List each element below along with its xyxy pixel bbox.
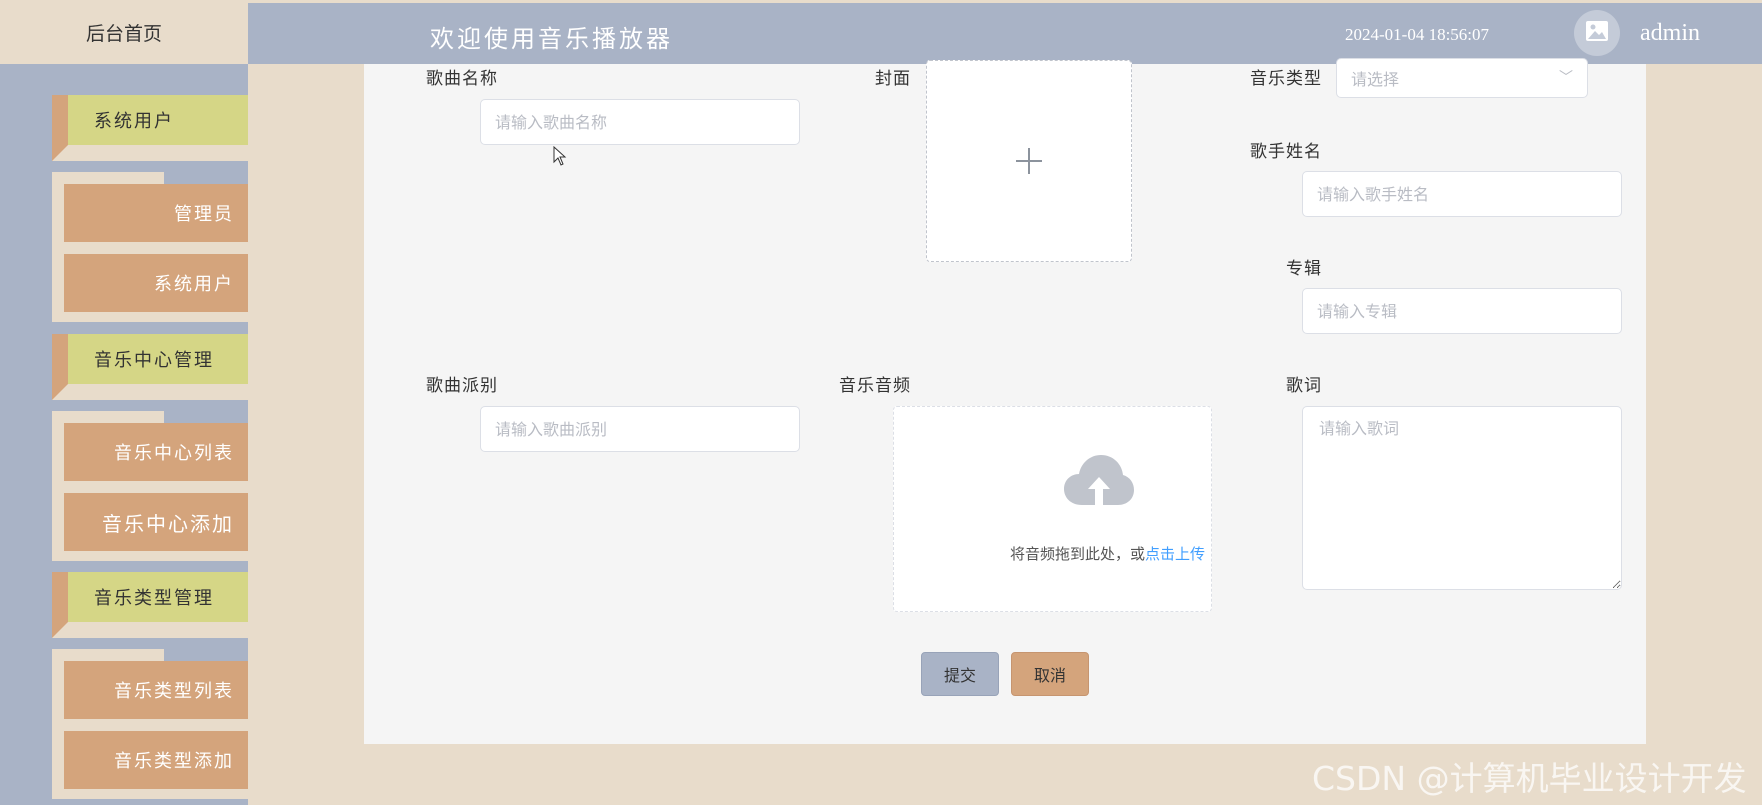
cover-upload[interactable] [926,60,1132,262]
lyrics-label: 歌词 [1286,376,1322,396]
chevron-down-icon: ﹀ [1559,70,1573,86]
sidebar-item-admin[interactable]: 管理员 [64,184,248,242]
singer-label: 歌手姓名 [1250,142,1322,162]
sidebar-submenu: 音乐类型列表 音乐类型添加 [52,649,248,799]
welcome-title: 欢迎使用音乐播放器 [430,25,673,53]
avatar[interactable] [1574,10,1620,56]
sidebar-group-label: 音乐中心管理 [68,334,248,384]
sidebar-item-music-center-list[interactable]: 音乐中心列表 [64,423,248,481]
audio-label: 音乐音频 [839,376,911,396]
plus-icon [1014,137,1044,186]
album-input[interactable] [1302,288,1622,334]
sidebar-group-label: 音乐类型管理 [68,572,248,622]
audio-upload-dropzone[interactable]: 将音频拖到此处，或点击上传 [893,406,1212,612]
sidebar-item-music-center-add[interactable]: 音乐中心添加 [64,493,248,551]
music-type-label: 音乐类型 [1250,69,1322,89]
genre-input[interactable] [480,406,800,452]
singer-input[interactable] [1302,171,1622,217]
genre-label: 歌曲派别 [426,376,498,396]
sidebar-group-label: 系统用户 [68,95,248,145]
click-upload-link[interactable]: 点击上传 [1145,545,1205,563]
sidebar-item-music-type-list[interactable]: 音乐类型列表 [64,661,248,719]
upload-tip: 将音频拖到此处，或点击上传 [1009,545,1205,563]
lyrics-textarea[interactable] [1302,406,1622,590]
username[interactable]: admin [1640,20,1700,47]
top-bar: 欢迎使用音乐播放器 2024-01-04 18:56:07 admin [0,3,1762,64]
cancel-button[interactable]: 取消 [1011,652,1089,696]
image-icon [1585,20,1609,46]
home-tab[interactable]: 后台首页 [0,0,248,64]
sidebar-group-system-users[interactable]: 系统用户 [52,95,248,161]
sidebar: 系统用户 管理员 系统用户 音乐中心管理 音乐中心列表 音乐中心添加 音乐类型管… [0,64,248,805]
submit-button[interactable]: 提交 [921,652,999,696]
sidebar-item-music-type-add[interactable]: 音乐类型添加 [64,731,248,789]
sidebar-item-system-users[interactable]: 系统用户 [64,254,248,312]
cover-label: 封面 [875,69,911,89]
sidebar-group-music-center[interactable]: 音乐中心管理 [52,334,248,400]
upload-cloud-icon [1064,455,1134,513]
sidebar-submenu: 音乐中心列表 音乐中心添加 [52,411,248,561]
datetime: 2024-01-04 18:56:07 [1345,25,1490,44]
music-type-select[interactable]: 请选择 ﹀ [1336,58,1588,98]
song-name-input[interactable] [480,99,800,145]
watermark: CSDN @计算机毕业设计开发 [1312,759,1747,798]
song-name-label: 歌曲名称 [426,69,498,89]
music-type-placeholder: 请选择 [1351,70,1400,89]
sidebar-submenu: 管理员 系统用户 [52,172,248,322]
album-label: 专辑 [1286,259,1322,279]
sidebar-group-music-type[interactable]: 音乐类型管理 [52,572,248,638]
mouse-cursor-icon [553,145,567,170]
